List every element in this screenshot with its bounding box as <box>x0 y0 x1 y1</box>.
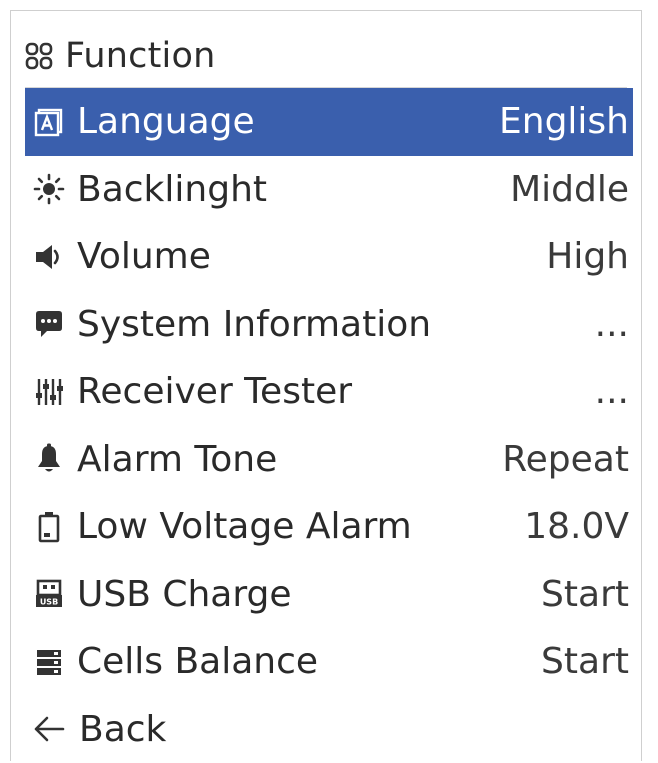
bell-icon <box>31 441 67 477</box>
menu-item-value: 18.0V <box>524 506 629 547</box>
menu-item-label: System Information <box>77 304 595 345</box>
menu-item-value: ... <box>595 304 629 345</box>
menu-item-volume[interactable]: Volume High <box>25 223 633 291</box>
menu-item-backlight[interactable]: Backlinght Middle <box>25 156 633 224</box>
function-menu: Language English <box>25 88 633 763</box>
svg-text:USB: USB <box>40 598 58 607</box>
menu-item-alarm-tone[interactable]: Alarm Tone Repeat <box>25 426 633 494</box>
menu-item-label: Volume <box>77 236 546 277</box>
battery-icon <box>31 509 67 545</box>
usb-icon: USB <box>31 576 67 612</box>
menu-item-value: Repeat <box>502 439 629 480</box>
menu-item-label: USB Charge <box>77 574 541 615</box>
language-icon <box>31 104 67 140</box>
menu-item-value: ... <box>595 371 629 412</box>
menu-item-value: Start <box>541 641 629 682</box>
volume-icon <box>31 239 67 275</box>
back-label: Back <box>79 709 629 750</box>
menu-item-label: Alarm Tone <box>77 439 502 480</box>
menu-item-low-voltage-alarm[interactable]: Low Voltage Alarm 18.0V <box>25 493 633 561</box>
menu-item-label: Backlinght <box>77 169 510 210</box>
arrow-left-icon <box>31 711 67 747</box>
menu-item-cells-balance[interactable]: Cells Balance Start <box>25 628 633 696</box>
menu-item-label: Language <box>77 101 499 142</box>
menu-item-label: Low Voltage Alarm <box>77 506 524 547</box>
cells-icon <box>31 644 67 680</box>
page-title: Function <box>65 36 215 76</box>
menu-item-system-information[interactable]: System Information ... <box>25 291 633 359</box>
menu-item-label: Receiver Tester <box>77 371 595 412</box>
menu-item-value: English <box>499 101 629 142</box>
menu-item-receiver-tester[interactable]: Receiver Tester ... <box>25 358 633 426</box>
menu-item-usb-charge[interactable]: USB USB Charge Start <box>25 561 633 629</box>
grid-icon <box>25 42 53 70</box>
header: Function <box>25 29 215 83</box>
back-button[interactable]: Back <box>25 696 633 763</box>
menu-item-value: High <box>546 236 629 277</box>
backlight-icon <box>31 171 67 207</box>
menu-item-value: Middle <box>510 169 629 210</box>
menu-item-label: Cells Balance <box>77 641 541 682</box>
function-screen: Function Language English <box>10 10 642 761</box>
sliders-icon <box>31 374 67 410</box>
menu-item-value: Start <box>541 574 629 615</box>
menu-item-language[interactable]: Language English <box>25 88 633 156</box>
chat-icon <box>31 306 67 342</box>
